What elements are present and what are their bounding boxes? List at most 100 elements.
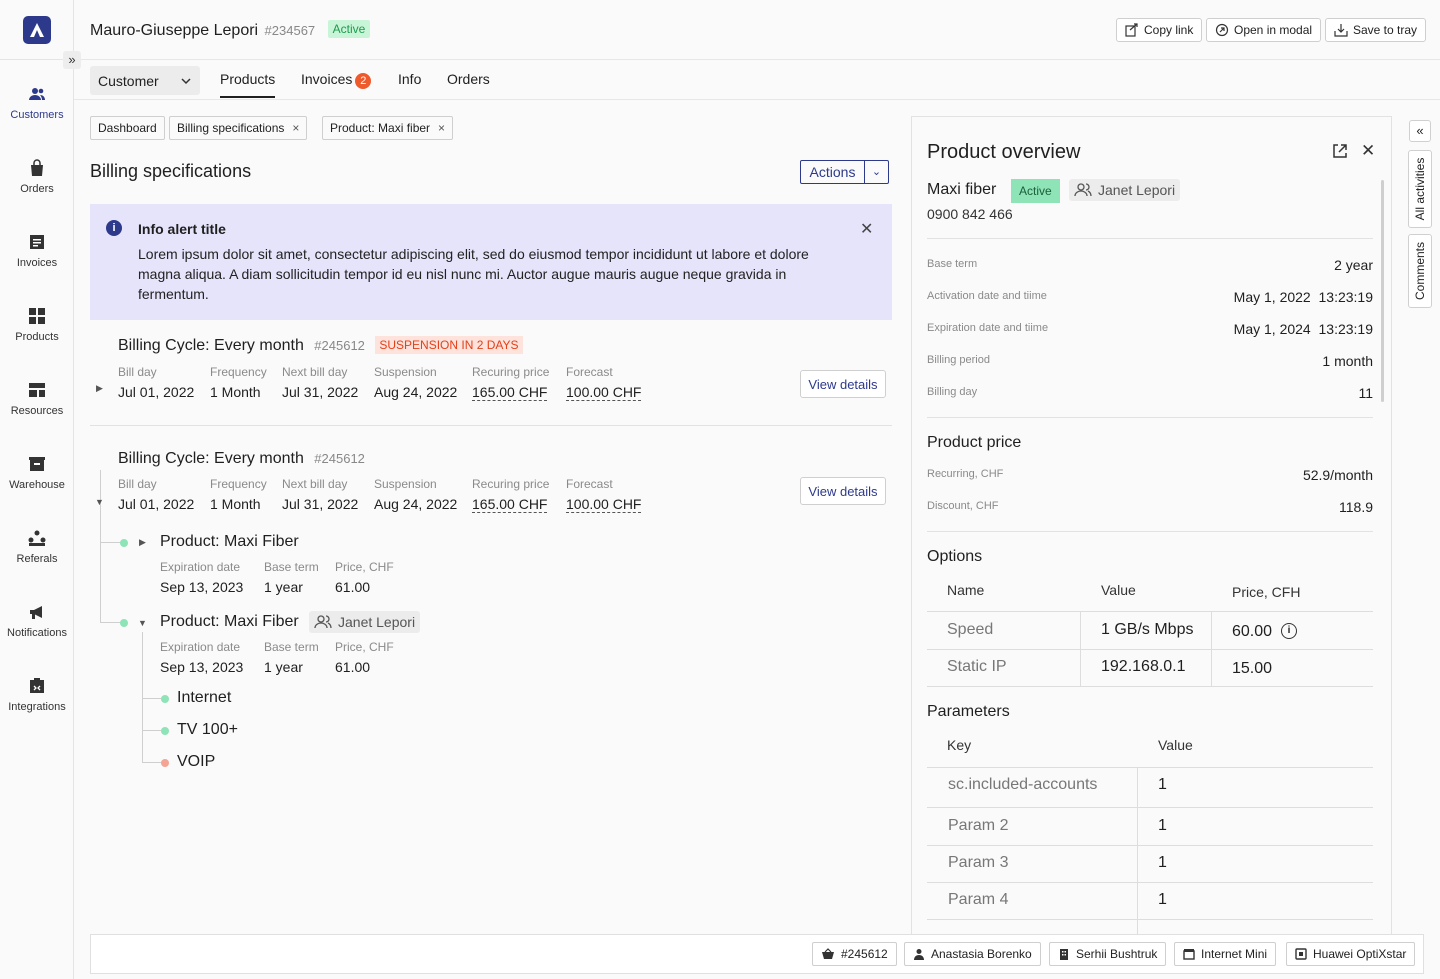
column-header: Value: [1101, 582, 1136, 598]
sidebar-item-orders[interactable]: Orders: [0, 159, 74, 219]
tab-bar: [74, 60, 1440, 100]
status-dot: [120, 539, 128, 547]
person-icon: [914, 949, 924, 960]
sidebar-item-invoices[interactable]: Invoices: [0, 233, 74, 293]
invoices-count-badge: 2: [355, 73, 372, 89]
view-details-button[interactable]: View details: [800, 370, 886, 398]
sidebar-item-notifications[interactable]: Notifications: [0, 603, 74, 663]
tray-chip[interactable]: Anastasia Borenko: [904, 942, 1041, 966]
section-title: Product price: [927, 434, 1022, 451]
field-label: Bill day: [118, 365, 157, 379]
collapse-caret-icon[interactable]: ▼: [138, 618, 147, 628]
breadcrumb-product[interactable]: Product: Maxi fiber ×: [322, 116, 454, 140]
scrollbar[interactable]: [1381, 180, 1384, 402]
sidebar-item-label: Customers: [10, 109, 64, 121]
detail-value: 2 year: [1334, 257, 1373, 273]
tray-chip-label: #245612: [841, 947, 888, 961]
option-value: 192.168.0.1: [1101, 658, 1186, 675]
breadcrumb-label: Dashboard: [98, 121, 157, 135]
alert-title: Info alert title: [138, 221, 226, 237]
expand-caret-icon[interactable]: ▶: [139, 537, 146, 548]
column-header: Key: [947, 737, 972, 753]
tray-chip[interactable]: Serhii Bushtruk: [1049, 942, 1167, 966]
forecast-value[interactable]: 100.00 CHF: [566, 384, 642, 401]
person-chip[interactable]: Janet Lepori: [1069, 179, 1181, 201]
tab-products[interactable]: Products: [220, 71, 276, 98]
tab-label: Info: [398, 71, 422, 87]
field-label: Recuring price: [472, 477, 550, 491]
collapse-caret-icon[interactable]: ▼: [95, 497, 104, 507]
view-details-label: View details: [808, 376, 878, 392]
divider: [927, 238, 1373, 239]
actions-button[interactable]: Actions ⌄: [800, 160, 889, 184]
close-icon[interactable]: ×: [292, 121, 299, 135]
sidebar-item-label: Invoices: [16, 257, 58, 269]
detail-label: Billing period: [927, 354, 990, 366]
close-icon[interactable]: ✕: [860, 219, 873, 239]
service-name: Internet: [177, 689, 232, 706]
row-divider: [927, 919, 1373, 920]
recurring-price-value[interactable]: 165.00 CHF: [472, 496, 548, 513]
tray-chip[interactable]: Huawei OptiXstar: [1286, 942, 1416, 966]
divider: [927, 417, 1373, 418]
tab-comments[interactable]: Comments: [1408, 234, 1432, 308]
person-chip[interactable]: Janet Lepori: [309, 611, 421, 633]
chevron-down-icon[interactable]: ⌄: [865, 161, 888, 183]
panel-title: Product overview: [927, 141, 1081, 163]
save-to-tray-button[interactable]: Save to tray: [1325, 18, 1427, 42]
sidebar-item-label: Resources: [10, 405, 64, 417]
open-external-icon[interactable]: [1332, 143, 1348, 164]
tray-chip[interactable]: Internet Mini: [1174, 942, 1277, 966]
tab-info[interactable]: Info: [398, 71, 421, 87]
view-details-button[interactable]: View details: [800, 477, 886, 505]
detail-label: Billing day: [927, 386, 978, 398]
open-in-modal-button[interactable]: Open in modal: [1206, 18, 1322, 42]
frequency-value: 1 Month: [210, 384, 261, 400]
users-icon: [1074, 183, 1092, 197]
sidebar-item-integrations[interactable]: Integrations: [0, 677, 74, 737]
customer-select-value: Customer: [98, 72, 159, 89]
device-icon: [1295, 948, 1307, 960]
collapse-panel-icon[interactable]: «: [1409, 120, 1431, 142]
sidebar-item-warehouse[interactable]: Warehouse: [0, 455, 74, 515]
tray-chip[interactable]: #245612: [812, 942, 897, 966]
copy-link-button[interactable]: Copy link: [1116, 18, 1203, 42]
users-icon: [314, 615, 332, 629]
app-logo[interactable]: [23, 16, 51, 44]
info-icon[interactable]: i: [1281, 623, 1297, 639]
close-icon[interactable]: ✕: [1361, 141, 1375, 161]
copy-link-label: Copy link: [1144, 23, 1194, 37]
tab-label: Orders: [447, 71, 490, 87]
tab-orders[interactable]: Orders: [447, 71, 490, 87]
tray-chip-label: Anastasia Borenko: [931, 947, 1032, 961]
option-name: Speed: [947, 621, 994, 638]
price-value: 61.00: [335, 659, 371, 675]
close-icon[interactable]: ×: [438, 121, 445, 135]
tab-invoices[interactable]: Invoices 2: [301, 71, 372, 89]
sidebar-item-label: Referals: [16, 553, 58, 565]
service-name: TV 100+: [177, 721, 238, 738]
forecast-value[interactable]: 100.00 CHF: [566, 496, 642, 513]
expand-sidebar-icon[interactable]: »: [63, 51, 81, 69]
sidebar-item-products[interactable]: Products: [0, 307, 74, 367]
breadcrumb-dashboard[interactable]: Dashboard: [90, 116, 165, 140]
sidebar-item-resources[interactable]: Resources: [0, 381, 74, 441]
customer-select[interactable]: Customer: [90, 66, 200, 95]
tab-all-activities[interactable]: All activities: [1408, 150, 1432, 228]
sidebar-item-customers[interactable]: Customers: [0, 85, 74, 145]
logo-icon: [30, 23, 44, 37]
sidebar-item-referals[interactable]: Referals: [0, 529, 74, 589]
recurring-price-value[interactable]: 165.00 CHF: [472, 384, 548, 401]
detail-value: 11: [1358, 385, 1373, 401]
expand-caret-icon[interactable]: ▶: [96, 383, 103, 394]
bill-day-value: Jul 01, 2022: [118, 496, 195, 512]
product-title: Product: Maxi Fiber: [160, 613, 299, 630]
price-value: 61.00: [335, 579, 371, 595]
param-key: sc.included-accounts: [948, 776, 1098, 793]
overview-product-name: Maxi fiber: [927, 181, 997, 198]
rail-tab-label: Comments: [1413, 241, 1427, 301]
box-icon: [1183, 949, 1195, 960]
breadcrumb-billing[interactable]: Billing specifications ×: [169, 116, 308, 140]
grid-icon: [29, 308, 45, 324]
view-details-label: View details: [808, 483, 878, 499]
